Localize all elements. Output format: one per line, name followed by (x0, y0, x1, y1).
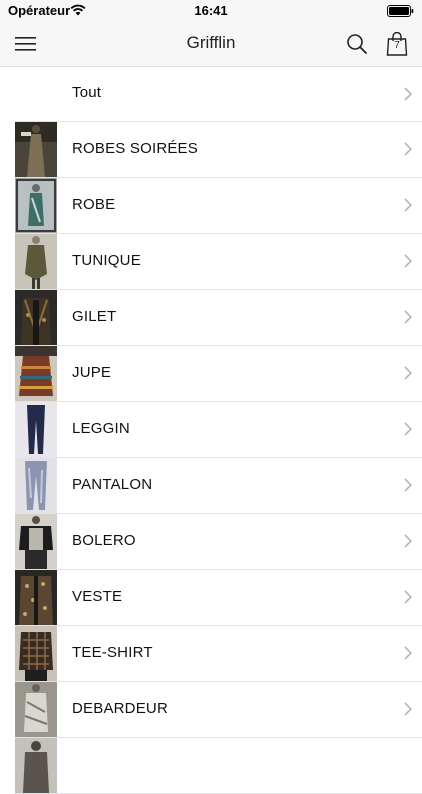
category-thumbnail (15, 682, 57, 737)
category-label: DEBARDEUR (72, 700, 168, 717)
category-thumbnail (15, 234, 57, 289)
category-row-tout[interactable]: Tout (15, 67, 422, 122)
category-label: LEGGIN (72, 420, 130, 437)
battery-icon (387, 5, 414, 17)
chevron-right-icon (404, 534, 412, 548)
chevron-right-icon (404, 590, 412, 604)
category-row-robes-soirees[interactable]: ROBES SOIRÉES (15, 122, 422, 178)
category-thumbnail (15, 570, 57, 625)
category-label: ROBES SOIRÉES (72, 140, 198, 157)
category-list: Tout ROBES SOIRÉES ROBE TUNIQUE GILET JU… (0, 67, 422, 794)
category-thumbnail (15, 346, 57, 401)
category-label: GILET (72, 308, 117, 325)
category-thumbnail (15, 402, 57, 457)
category-row-bolero[interactable]: BOLERO (15, 514, 422, 570)
category-thumbnail (15, 626, 57, 681)
chevron-right-icon (404, 310, 412, 324)
category-row-tee-shirt[interactable]: TEE-SHIRT (15, 626, 422, 682)
category-row-robe[interactable]: ROBE (15, 178, 422, 234)
category-label: TUNIQUE (72, 252, 141, 269)
category-thumbnail (15, 178, 57, 233)
category-row-veste[interactable]: VESTE (15, 570, 422, 626)
category-row-gilet[interactable]: GILET (15, 290, 422, 346)
chevron-right-icon (404, 366, 412, 380)
chevron-right-icon (404, 702, 412, 716)
category-label: JUPE (72, 364, 112, 381)
chevron-right-icon (404, 478, 412, 492)
category-thumbnail (15, 290, 57, 345)
category-row-tunique[interactable]: TUNIQUE (15, 234, 422, 290)
category-label: TEE-SHIRT (72, 644, 153, 661)
navigation-bar: Grifflin 7 (0, 22, 422, 67)
clock: 16:41 (194, 3, 228, 18)
chevron-right-icon (404, 254, 412, 268)
chevron-right-icon (404, 422, 412, 436)
category-row-jupe[interactable]: JUPE (15, 346, 422, 402)
category-row-pantalon[interactable]: PANTALON (15, 458, 422, 514)
category-row-partial[interactable] (15, 738, 422, 794)
chevron-right-icon (404, 142, 412, 156)
category-label: VESTE (72, 588, 123, 605)
chevron-right-icon (404, 198, 412, 212)
category-thumbnail (15, 514, 57, 569)
cart-count-badge: 7 (394, 40, 400, 51)
category-label: PANTALON (72, 476, 153, 493)
chevron-right-icon (404, 87, 412, 101)
search-icon[interactable] (346, 33, 368, 55)
status-bar: Opérateur 16:41 (0, 0, 422, 22)
cart-button[interactable]: 7 (386, 31, 408, 56)
chevron-right-icon (404, 646, 412, 660)
category-label: ROBE (72, 196, 116, 213)
category-thumbnail (15, 458, 57, 513)
category-row-leggin[interactable]: LEGGIN (15, 402, 422, 458)
category-row-debardeur[interactable]: DEBARDEUR (15, 682, 422, 738)
category-thumbnail (15, 122, 57, 177)
category-label: Tout (72, 84, 102, 101)
category-thumbnail (15, 738, 57, 793)
category-label: BOLERO (72, 532, 136, 549)
